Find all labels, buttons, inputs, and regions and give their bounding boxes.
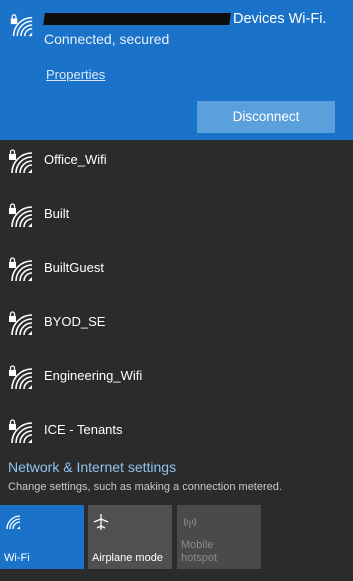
- network-item-engineering-wifi[interactable]: Engineering_Wifi: [0, 350, 353, 404]
- disconnect-button[interactable]: Disconnect: [197, 101, 335, 133]
- wifi-secured-icon: [6, 255, 34, 283]
- wifi-secured-icon: [6, 147, 34, 175]
- network-name: Office_Wifi: [44, 152, 107, 167]
- network-settings-link[interactable]: Network & Internet settings: [8, 459, 176, 475]
- network-item-office-wifi[interactable]: Office_Wifi: [0, 134, 353, 188]
- airplane-mode-button[interactable]: Airplane mode: [88, 505, 172, 569]
- connected-network-name: Devices Wi-Fi.: [43, 11, 326, 27]
- wifi-toggle-label: Wi-Fi: [4, 552, 30, 564]
- network-item-ice-tenants[interactable]: ICE - Tenants: [0, 404, 353, 458]
- wifi-toggle-button[interactable]: Wi-Fi: [0, 505, 84, 569]
- network-name: Built: [44, 206, 70, 221]
- properties-link[interactable]: Properties: [46, 67, 105, 82]
- wifi-secured-icon: [6, 417, 34, 445]
- network-settings-description: Change settings, such as making a connec…: [8, 481, 282, 493]
- network-name: BuiltGuest: [44, 260, 104, 275]
- network-flyout: Devices Wi-Fi. Connected, secured Proper…: [0, 0, 353, 581]
- network-name: ICE - Tenants: [44, 422, 123, 437]
- connection-status: Connected, secured: [44, 31, 170, 47]
- airplane-icon: [93, 514, 109, 530]
- wifi-secured-icon: [6, 363, 34, 391]
- hotspot-icon: [183, 517, 197, 528]
- wifi-secured-icon: [8, 12, 34, 38]
- network-item-byod-se[interactable]: BYOD_SE: [0, 296, 353, 350]
- wifi-icon: [6, 515, 21, 530]
- network-item-built[interactable]: Built: [0, 188, 353, 242]
- wifi-secured-icon: [6, 309, 34, 337]
- wifi-secured-icon: [6, 201, 34, 229]
- connected-network-panel[interactable]: Devices Wi-Fi. Connected, secured Proper…: [0, 0, 353, 140]
- redacted-ssid-block: [43, 13, 231, 26]
- network-item-builtguest[interactable]: BuiltGuest: [0, 242, 353, 296]
- airplane-mode-label: Airplane mode: [92, 552, 163, 564]
- mobile-hotspot-button[interactable]: Mobile hotspot: [177, 505, 261, 569]
- network-name: BYOD_SE: [44, 314, 106, 329]
- network-name: Engineering_Wifi: [44, 368, 143, 383]
- mobile-hotspot-label: Mobile hotspot: [181, 539, 218, 564]
